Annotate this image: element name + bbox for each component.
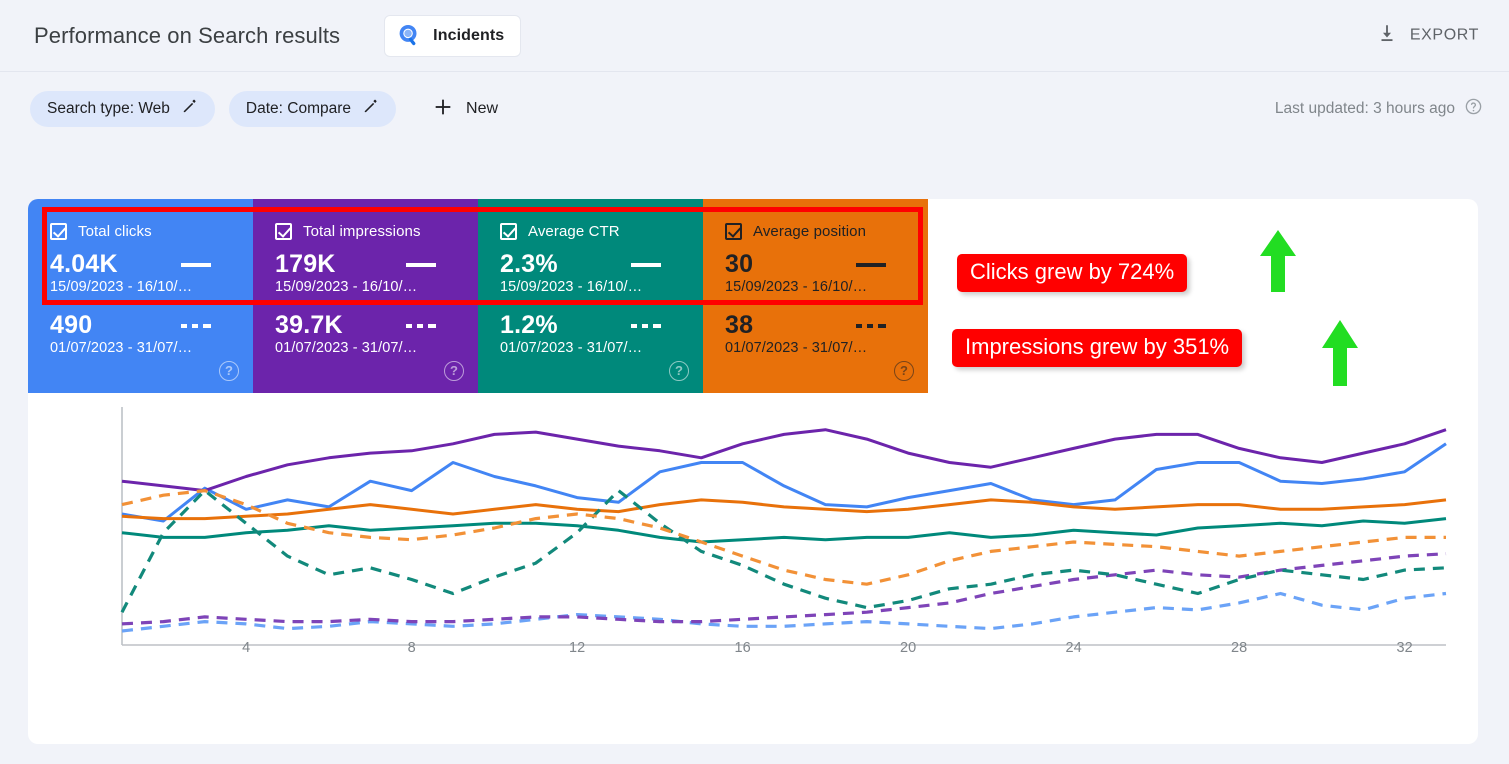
last-updated-label: Last updated: 3 hours ago xyxy=(1274,100,1455,117)
metric-date-range: 01/07/2023 - 31/07/… xyxy=(50,339,193,356)
filter-bar: Search type: Web Date: Compare New Last … xyxy=(0,72,1509,146)
metric-card-total-impressions[interactable]: Total impressions 179K 15/09/2023 - 16/1… xyxy=(253,199,478,393)
metric-date-range: 01/07/2023 - 31/07/… xyxy=(725,339,868,356)
app-header: Performance on Search results Incidents … xyxy=(0,0,1509,72)
metric-card-header[interactable]: Total clicks xyxy=(50,223,235,240)
series-swatch-dashed xyxy=(856,323,886,328)
export-label: EXPORT xyxy=(1409,26,1479,44)
help-icon[interactable]: ? xyxy=(444,361,464,381)
metric-name: Average CTR xyxy=(528,223,620,240)
metric-row-current: 30 15/09/2023 - 16/10/… xyxy=(725,250,910,297)
page-title: Performance on Search results xyxy=(34,22,341,48)
checkbox-checked-icon[interactable] xyxy=(50,223,67,240)
metric-date-range: 15/09/2023 - 16/10/… xyxy=(50,279,193,295)
metric-date-range: 01/07/2023 - 31/07/… xyxy=(500,339,643,356)
chart-series xyxy=(121,552,1447,626)
property-selector[interactable]: Incidents xyxy=(384,14,522,57)
metric-row-current: 2.3% 15/09/2023 - 16/10/… xyxy=(500,250,685,297)
property-name: Incidents xyxy=(433,26,505,44)
metric-row-compare: 39.7K 01/07/2023 - 31/07/… xyxy=(275,311,460,358)
metric-row-current: 179K 15/09/2023 - 16/10/… xyxy=(275,250,460,297)
chart-series xyxy=(121,498,1447,521)
pencil-icon xyxy=(181,98,198,120)
metric-date-range: 15/09/2023 - 16/10/… xyxy=(275,279,418,295)
series-swatch-dashed xyxy=(406,323,436,328)
checkbox-checked-icon[interactable] xyxy=(725,223,742,240)
chart-series xyxy=(121,517,1447,544)
x-tick-label: 32 xyxy=(1396,640,1413,656)
help-icon[interactable]: ? xyxy=(219,361,239,381)
metric-card-header[interactable]: Average CTR xyxy=(500,223,685,240)
series-swatch-solid xyxy=(856,263,886,267)
metric-date-range: 15/09/2023 - 16/10/… xyxy=(500,279,643,295)
chart-x-axis-labels: 4 8 12 16 20 24 28 32 xyxy=(28,640,1478,670)
new-filter-button[interactable]: New xyxy=(422,96,508,123)
download-icon xyxy=(1376,22,1398,49)
series-swatch-solid xyxy=(406,263,436,267)
metric-name: Total impressions xyxy=(303,223,421,240)
plus-icon xyxy=(432,96,454,123)
checkbox-checked-icon[interactable] xyxy=(275,223,292,240)
new-filter-label: New xyxy=(466,100,499,117)
metric-card-average-ctr[interactable]: Average CTR 2.3% 15/09/2023 - 16/10/… 1.… xyxy=(478,199,703,393)
pencil-icon xyxy=(362,98,379,120)
x-tick-label: 12 xyxy=(569,640,586,656)
filter-chip-label: Date: Compare xyxy=(245,100,352,117)
up-arrow-icon xyxy=(1256,228,1300,299)
metric-date-range: 01/07/2023 - 31/07/… xyxy=(275,339,418,356)
help-icon[interactable] xyxy=(1464,97,1483,121)
series-swatch-solid xyxy=(181,263,211,267)
help-icon[interactable]: ? xyxy=(669,361,689,381)
performance-chart[interactable]: 4 8 12 16 20 24 28 32 xyxy=(28,393,1478,744)
series-swatch-dashed xyxy=(181,323,211,328)
x-tick-label: 24 xyxy=(1065,640,1082,656)
x-tick-label: 4 xyxy=(242,640,251,656)
x-tick-label: 8 xyxy=(407,640,416,656)
metric-cards: Total clicks 4.04K 15/09/2023 - 16/10/… … xyxy=(28,199,928,393)
checkbox-checked-icon[interactable] xyxy=(500,223,517,240)
export-button[interactable]: EXPORT xyxy=(1376,22,1479,49)
annotation-badge-clicks: Clicks grew by 724% xyxy=(957,254,1188,292)
metric-card-total-clicks[interactable]: Total clicks 4.04K 15/09/2023 - 16/10/… … xyxy=(28,199,253,393)
x-tick-label: 28 xyxy=(1231,640,1248,656)
series-swatch-solid xyxy=(631,263,661,267)
up-arrow-icon xyxy=(1318,318,1362,393)
search-console-logo-icon xyxy=(397,23,423,49)
chart-series xyxy=(121,591,1447,633)
metric-card-average-position[interactable]: Average position 30 15/09/2023 - 16/10/…… xyxy=(703,199,928,393)
metric-row-compare: 38 01/07/2023 - 31/07/… xyxy=(725,311,910,358)
series-swatch-dashed xyxy=(631,323,661,328)
x-tick-label: 20 xyxy=(900,640,917,656)
metric-row-compare: 490 01/07/2023 - 31/07/… xyxy=(50,311,235,358)
metric-name: Total clicks xyxy=(78,223,152,240)
metric-card-header[interactable]: Total impressions xyxy=(275,223,460,240)
metric-name: Average position xyxy=(753,223,867,240)
x-tick-label: 16 xyxy=(734,640,751,656)
help-icon[interactable]: ? xyxy=(894,361,914,381)
metric-card-header[interactable]: Average position xyxy=(725,223,910,240)
metric-row-current: 4.04K 15/09/2023 - 16/10/… xyxy=(50,250,235,297)
chart-series xyxy=(121,428,1447,493)
filter-chip-search-type[interactable]: Search type: Web xyxy=(30,91,215,127)
metric-date-range: 15/09/2023 - 16/10/… xyxy=(725,279,868,295)
filter-chip-label: Search type: Web xyxy=(47,100,170,117)
annotation-badge-impressions: Impressions grew by 351% xyxy=(952,329,1243,367)
filter-chip-date[interactable]: Date: Compare xyxy=(228,91,397,127)
last-updated: Last updated: 3 hours ago xyxy=(1275,97,1483,121)
metric-row-compare: 1.2% 01/07/2023 - 31/07/… xyxy=(500,311,685,358)
